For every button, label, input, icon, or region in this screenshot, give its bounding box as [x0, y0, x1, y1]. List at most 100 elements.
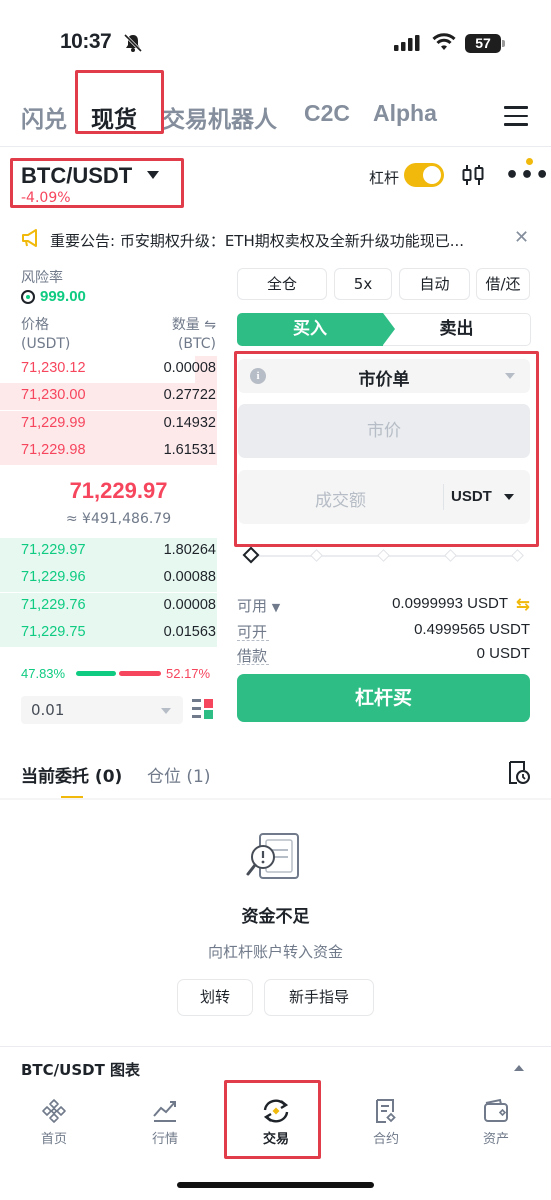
slider-node[interactable]	[242, 546, 260, 564]
announcement-bar[interactable]: 重要公告: 币安期权升级：ETH期权卖权及全新升级功能现已... ✕	[0, 222, 551, 256]
tick-size-value: 0.01	[31, 701, 65, 719]
candlestick-icon[interactable]	[461, 163, 485, 187]
nav-assets-label: 资产	[482, 1132, 509, 1147]
auto-borrow-chip[interactable]: 自动	[399, 268, 470, 300]
empty-state-subtitle: 向杠杆账户转入资金	[207, 943, 343, 961]
toggle-knob	[423, 166, 441, 184]
slider-node[interactable]	[444, 549, 457, 562]
status-bar: 10:37 57	[0, 0, 551, 80]
leverage-chip[interactable]: 5x	[334, 268, 392, 300]
borrow-repay-chip[interactable]: 借/还	[476, 268, 530, 300]
bell-muted-icon	[123, 33, 143, 53]
bid-quantity: 0.01563	[163, 623, 216, 640]
lever-label: 杠杆	[369, 169, 400, 187]
borrow-row: 借款 0 USDT	[237, 645, 530, 667]
bid-quantity: 0.00088	[163, 569, 216, 586]
order-history-icon[interactable]	[507, 760, 531, 786]
bid-price: 71,229.76	[21, 596, 86, 613]
ask-row[interactable]: 71,229.98 1.61531	[0, 437, 217, 465]
nav-markets-label: 行情	[151, 1132, 178, 1147]
buy-ratio-bar	[76, 671, 116, 676]
nav-futures-label: 合约	[372, 1132, 399, 1147]
notification-dot	[526, 158, 533, 165]
tab-open-orders[interactable]: 当前委托 (0)	[21, 762, 122, 787]
tab-c2c[interactable]: C2C	[304, 100, 350, 127]
highlight-box-order-form	[234, 351, 539, 547]
price-header-label: 价格	[21, 317, 49, 333]
nav-home-label: 首页	[40, 1132, 67, 1147]
ask-row[interactable]: 71,229.99 0.14932	[0, 410, 217, 438]
margin-mode-chip[interactable]: 全仓	[237, 268, 327, 300]
margin-buy-button[interactable]: 杠杆买	[237, 674, 530, 722]
risk-label: 风险率	[21, 270, 63, 286]
close-icon[interactable]: ✕	[514, 227, 529, 248]
ask-row[interactable]: 71,230.12 0.00008	[0, 356, 217, 383]
sell-tab[interactable]: 卖出	[383, 313, 531, 346]
chevron-down-icon	[161, 708, 171, 714]
borrow-label: 借款	[237, 647, 268, 665]
sell-ratio: 52.17%	[166, 666, 211, 681]
amount-slider[interactable]	[242, 546, 524, 566]
bid-price: 71,229.75	[21, 623, 86, 640]
bid-row[interactable]: 71,229.75 0.01563	[0, 619, 217, 647]
openable-label: 可开	[237, 623, 268, 641]
slider-node[interactable]	[511, 549, 524, 562]
bid-row[interactable]: 71,229.96 0.00088	[0, 565, 217, 593]
chevron-up-icon[interactable]	[514, 1065, 524, 1071]
battery-tip	[502, 40, 505, 47]
beginner-guide-button[interactable]: 新手指导	[264, 979, 374, 1016]
announcement-text[interactable]: 重要公告: 币安期权升级：ETH期权卖权及全新升级功能现已...	[50, 230, 502, 251]
nav-assets[interactable]: 资产	[451, 1098, 541, 1147]
markets-chart-icon	[153, 1101, 176, 1122]
qty-header-label: 数量 ⇋	[171, 317, 216, 333]
available-row: 可用 ▼ 0.0999993 USDT ⇆	[237, 595, 530, 617]
bid-row[interactable]: 71,229.97 1.80264	[0, 538, 217, 565]
buy-tab[interactable]: 买入	[237, 313, 383, 346]
available-label[interactable]: 可用 ▼	[237, 595, 280, 616]
bid-row[interactable]: 71,229.76 0.00008	[0, 592, 217, 620]
dashed-underline	[237, 664, 269, 665]
slider-node[interactable]	[377, 549, 390, 562]
nav-futures[interactable]: 合约	[341, 1098, 431, 1147]
orderbook-qty-header[interactable]: 数量 ⇋ (BTC)	[172, 316, 216, 354]
dashed-underline	[237, 640, 269, 641]
bid-quantity: 0.00008	[163, 596, 216, 613]
risk-gauge-icon	[21, 290, 35, 304]
battery-icon: 57	[465, 34, 501, 53]
binance-logo-icon	[42, 1099, 66, 1123]
transfer-icon[interactable]: ⇆	[516, 595, 530, 615]
buy-ratio: 47.83%	[21, 666, 66, 681]
home-indicator[interactable]	[177, 1182, 374, 1188]
ask-price: 71,230.00	[21, 387, 86, 404]
ask-quantity: 1.61531	[163, 441, 216, 458]
lever-toggle[interactable]	[404, 163, 444, 187]
tab-convert[interactable]: 闪兑	[21, 100, 67, 134]
empty-state-title: 资金不足	[241, 907, 310, 927]
bid-price: 71,229.97	[21, 542, 86, 558]
nav-markets[interactable]: 行情	[120, 1098, 210, 1147]
risk-value: 999.00	[40, 288, 86, 305]
tick-size-select[interactable]: 0.01	[21, 696, 183, 724]
tab-alpha[interactable]: Alpha	[373, 100, 437, 127]
wallet-icon	[484, 1098, 508, 1122]
ask-price: 71,229.98	[21, 441, 86, 458]
slider-node[interactable]	[310, 549, 323, 562]
mid-price[interactable]: 71,229.97	[0, 478, 237, 504]
available-value: 0.0999993 USDT	[392, 595, 508, 612]
orderbook-layout-icon[interactable]	[192, 698, 214, 720]
more-icon[interactable]: •••	[505, 165, 550, 187]
chart-bar-title: BTC/USDT 图表	[21, 1061, 141, 1079]
ask-row[interactable]: 71,230.00 0.27722	[0, 383, 217, 411]
bid-quantity: 1.80264	[163, 542, 216, 558]
futures-contract-icon	[376, 1099, 396, 1123]
ask-quantity: 0.14932	[163, 414, 216, 431]
nav-home[interactable]: 首页	[9, 1098, 99, 1147]
tab-positions[interactable]: 仓位 (1)	[147, 762, 210, 787]
buy-tab-arrow	[383, 313, 395, 345]
megaphone-icon	[22, 229, 37, 247]
transfer-button[interactable]: 划转	[177, 979, 253, 1016]
price-header-unit: (USDT)	[21, 336, 71, 352]
tab-trading-bots[interactable]: 交易机器人	[162, 100, 277, 134]
empty-document-icon	[246, 833, 299, 879]
menu-icon[interactable]	[504, 106, 528, 126]
